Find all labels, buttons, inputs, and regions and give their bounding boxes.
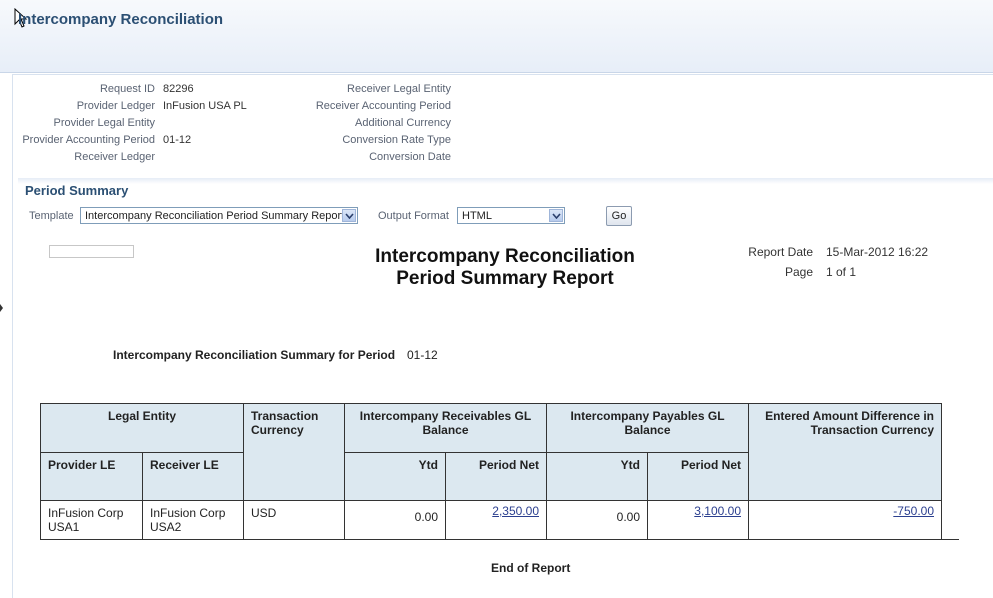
report-title: Intercompany Reconciliation Period Summa…: [355, 246, 655, 290]
report-date-value: 15-Mar-2012 16:22: [826, 245, 929, 259]
difference-amount-link[interactable]: -750.00: [893, 504, 934, 518]
section-divider: [18, 178, 993, 184]
cell-provider-le: InFusion Corp USA1: [40, 500, 143, 540]
cell-receivables-ytd: 0.00: [344, 500, 446, 540]
template-select-value: Intercompany Reconciliation Period Summa…: [85, 210, 345, 222]
summary-period-value: 01-12: [407, 348, 438, 362]
provider-accounting-period-value: 01-12: [163, 134, 192, 146]
end-of-report: End of Report: [491, 561, 571, 575]
receiver-legal-entity-label: Receiver Legal Entity: [347, 83, 451, 95]
period-summary-title: Period Summary: [25, 183, 129, 198]
cell-payables-period-net: 3,100.00: [647, 500, 749, 540]
cell-receivables-period-net: 2,350.00: [445, 500, 547, 540]
header-payables-ytd: Ytd: [546, 452, 648, 501]
page-value: 1 of 1: [826, 265, 857, 279]
request-id-label: Request ID: [99, 83, 155, 95]
template-select[interactable]: Intercompany Reconciliation Period Summa…: [80, 207, 358, 224]
provider-accounting-period-label: Provider Accounting Period: [22, 134, 155, 146]
payables-period-net-link[interactable]: 3,100.00: [694, 504, 741, 518]
report-title-line2: Period Summary Report: [396, 268, 614, 289]
splitter-handle-icon[interactable]: [0, 298, 4, 318]
header-payables-period-net: Period Net: [647, 452, 749, 501]
receivables-period-net-link[interactable]: 2,350.00: [492, 504, 539, 518]
header-receiver-le: Receiver LE: [142, 452, 244, 501]
report-logo-placeholder: [49, 245, 134, 258]
cell-currency: USD: [243, 500, 345, 540]
header-receivables-ytd: Ytd: [344, 452, 446, 501]
output-format-label: Output Format: [378, 210, 449, 222]
chevron-down-icon[interactable]: [342, 209, 356, 222]
summary-period-label: Intercompany Reconciliation Summary for …: [113, 348, 396, 362]
output-format-select[interactable]: HTML: [457, 207, 565, 224]
header-payables-balance: Intercompany Payables GL Balance: [546, 403, 749, 453]
header-transaction-currency: Transaction Currency: [243, 403, 345, 501]
header-provider-le: Provider LE: [40, 452, 143, 501]
page-header: Intercompany Reconciliation: [0, 0, 993, 73]
provider-ledger-value: InFusion USA PL: [163, 100, 247, 112]
page-title: Intercompany Reconciliation: [18, 11, 224, 28]
go-button[interactable]: Go: [606, 206, 632, 226]
header-entered-amount-difference: Entered Amount Difference in Transaction…: [748, 403, 942, 501]
table-bottom-rule: [40, 539, 959, 540]
provider-ledger-label: Provider Ledger: [76, 100, 155, 112]
additional-currency-label: Additional Currency: [355, 117, 451, 129]
report-title-line1: Intercompany Reconciliation: [375, 246, 635, 267]
header-legal-entity: Legal Entity: [40, 403, 244, 453]
output-format-value: HTML: [462, 210, 492, 222]
page-label: Page: [784, 265, 813, 279]
report-date-label: Report Date: [748, 245, 813, 259]
cell-receiver-le: InFusion Corp USA2: [142, 500, 244, 540]
reconciliation-table: Legal Entity Transaction Currency Interc…: [40, 403, 942, 540]
receiver-ledger-label: Receiver Ledger: [74, 151, 155, 163]
conversion-date-label: Conversion Date: [369, 151, 451, 163]
chevron-down-icon[interactable]: [549, 209, 563, 222]
header-receivables-period-net: Period Net: [445, 452, 547, 501]
cell-payables-ytd: 0.00: [546, 500, 648, 540]
request-id-value: 82296: [163, 83, 194, 95]
template-label: Template: [29, 210, 74, 222]
cell-entered-amount-difference: -750.00: [748, 500, 942, 540]
conversion-rate-type-label: Conversion Rate Type: [342, 134, 451, 146]
table-row: InFusion Corp USA1 InFusion Corp USA2 US…: [40, 500, 942, 540]
receiver-accounting-period-label: Receiver Accounting Period: [315, 100, 451, 112]
header-receivables-balance: Intercompany Receivables GL Balance: [344, 403, 547, 453]
provider-legal-entity-label: Provider Legal Entity: [53, 117, 156, 129]
